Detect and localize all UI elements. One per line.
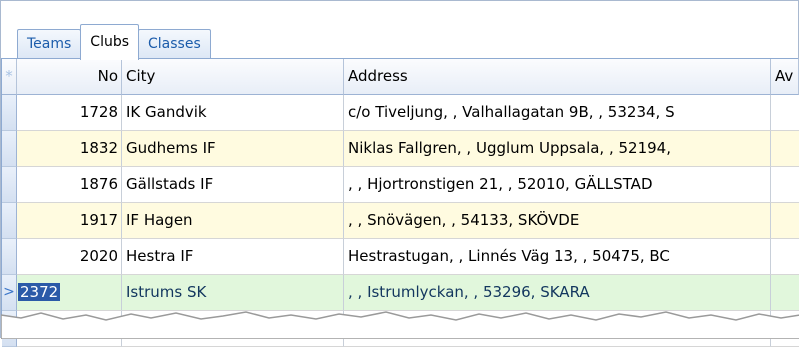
grid-header-row: * No City Address Av <box>2 59 799 95</box>
cell-no[interactable]: 1876 <box>17 167 122 203</box>
table-row[interactable]: 1876 Gällstads IF , , Hjortronstigen 21,… <box>2 167 799 203</box>
tab-classes[interactable]: Classes <box>138 29 211 59</box>
cell-address[interactable]: Niklas Fallgren, , Ugglum Uppsala, , 521… <box>344 131 771 167</box>
cell-city[interactable]: Hestra IF <box>122 239 344 275</box>
cell-city[interactable]: Gudhems IF <box>122 131 344 167</box>
clubs-grid[interactable]: * No City Address Av 1728 IK Gandvik c/o… <box>1 59 799 347</box>
torn-edge-decoration <box>1 311 799 339</box>
table-row-current[interactable]: > 2372 Istrums SK , , Istrumlyckan, , 53… <box>2 275 799 311</box>
row-header[interactable] <box>2 239 17 275</box>
cell-address[interactable]: , , Istrumlyckan, , 53296, SKARA <box>344 275 771 311</box>
current-row-icon[interactable]: > <box>2 275 17 311</box>
cell-no-editing[interactable]: 2372 <box>17 275 122 311</box>
tab-teams[interactable]: Teams <box>17 29 82 59</box>
cell-address[interactable]: c/o Tiveljung, , Valhallagatan 9B, , 532… <box>344 95 771 131</box>
tab-strip: Teams Clubs Classes <box>1 1 798 60</box>
data-grid-window: Teams Clubs Classes * No City Address Av… <box>0 0 799 347</box>
table-row[interactable]: 2020 Hestra IF Hestrastugan, , Linnés Vä… <box>2 239 799 275</box>
selected-cell-value[interactable]: 2372 <box>18 283 61 301</box>
table-row[interactable]: 1832 Gudhems IF Niklas Fallgren, , Ugglu… <box>2 131 799 167</box>
cell-address[interactable]: Hestrastugan, , Linnés Väg 13, , 50475, … <box>344 239 771 275</box>
column-header-av[interactable]: Av <box>771 59 799 95</box>
cell-no[interactable]: 1728 <box>17 95 122 131</box>
cell-city[interactable]: Gällstads IF <box>122 167 344 203</box>
cell-av[interactable] <box>771 131 799 167</box>
cell-av[interactable] <box>771 167 799 203</box>
column-header-no[interactable]: No <box>17 59 122 95</box>
column-header-city[interactable]: City <box>122 59 344 95</box>
row-header[interactable] <box>2 131 17 167</box>
cell-address[interactable]: , , Hjortronstigen 21, , 52010, GÄLLSTAD <box>344 167 771 203</box>
cell-no[interactable]: 1832 <box>17 131 122 167</box>
cell-av[interactable] <box>771 275 799 311</box>
tab-clubs[interactable]: Clubs <box>80 24 140 60</box>
cell-city[interactable]: Istrums SK <box>122 275 344 311</box>
table-row[interactable]: 1728 IK Gandvik c/o Tiveljung, , Valhall… <box>2 95 799 131</box>
row-header[interactable] <box>2 95 17 131</box>
cell-av[interactable] <box>771 95 799 131</box>
new-row-icon[interactable]: * <box>2 59 17 95</box>
cell-no[interactable]: 1917 <box>17 203 122 239</box>
column-header-address[interactable]: Address <box>344 59 771 95</box>
table-row[interactable]: 1917 IF Hagen , , Snövägen, , 54133, SKÖ… <box>2 203 799 239</box>
row-header[interactable] <box>2 167 17 203</box>
cell-city[interactable]: IF Hagen <box>122 203 344 239</box>
cell-city[interactable]: IK Gandvik <box>122 95 344 131</box>
cell-av[interactable] <box>771 203 799 239</box>
cell-no[interactable]: 2020 <box>17 239 122 275</box>
cell-av[interactable] <box>771 239 799 275</box>
cell-address[interactable]: , , Snövägen, , 54133, SKÖVDE <box>344 203 771 239</box>
row-header[interactable] <box>2 203 17 239</box>
